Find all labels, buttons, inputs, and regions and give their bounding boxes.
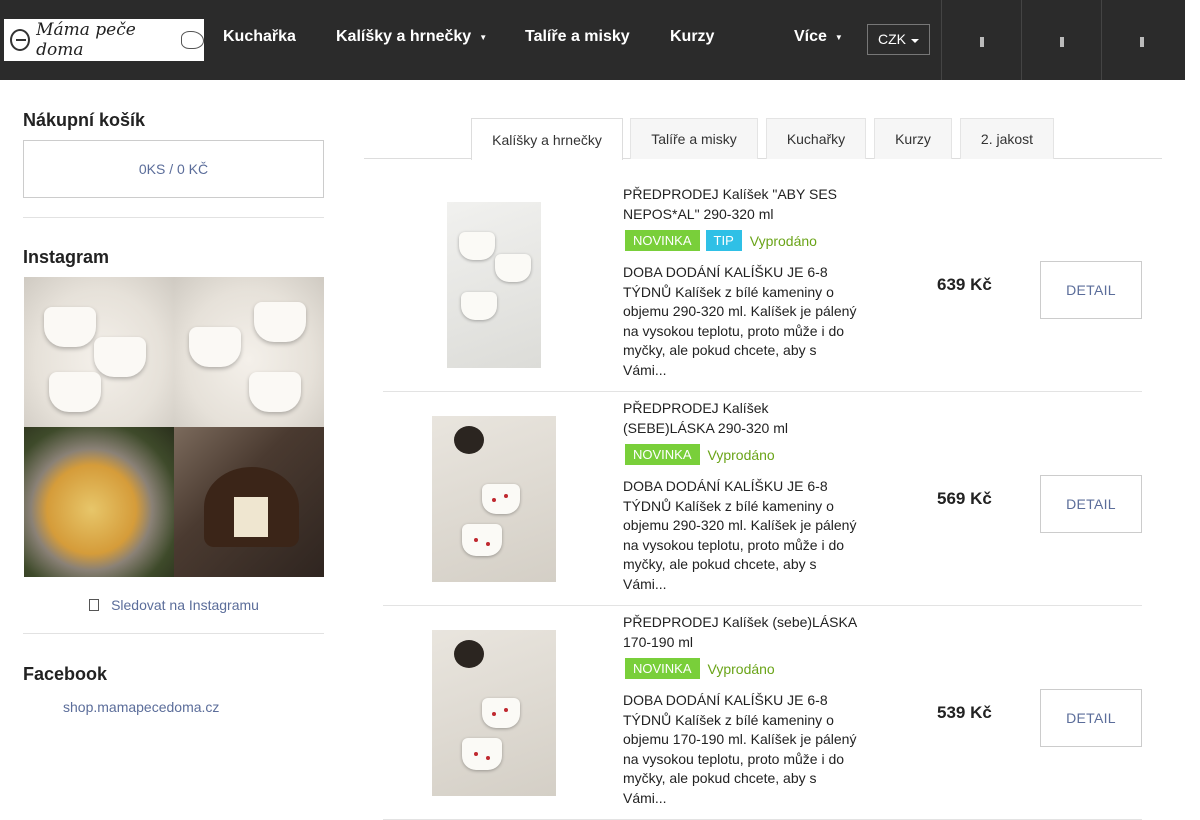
logo-text: Máma peče doma bbox=[36, 20, 136, 60]
top-navbar: Máma peče doma Kuchařka Kalíšky a hrnečk… bbox=[0, 0, 1185, 80]
product-badges: NOVINKA TIP Vyprodáno bbox=[625, 230, 817, 251]
tab-kurzy[interactable]: Kurzy bbox=[874, 118, 952, 159]
instagram-photo[interactable] bbox=[24, 277, 174, 427]
badge-tip: TIP bbox=[705, 230, 742, 251]
search-icon bbox=[979, 37, 984, 47]
chevron-down-icon: ▼ bbox=[834, 33, 843, 42]
tab-2-jakost[interactable]: 2. jakost bbox=[960, 118, 1054, 159]
product-row: PŘEDPRODEJ Kalíšek (SEBE)LÁSKA 290-320 m… bbox=[383, 392, 1142, 606]
nav-kurzy[interactable]: Kurzy bbox=[670, 28, 714, 46]
instagram-title: Instagram bbox=[23, 247, 110, 267]
product-row: PŘEDPRODEJ Kalíšek (sebe)LÁSKA 170-190 m… bbox=[383, 606, 1142, 820]
nav-talire-a-misky[interactable]: Talíře a misky bbox=[525, 28, 630, 46]
instagram-photo[interactable] bbox=[174, 277, 324, 427]
logo-hands-icon bbox=[180, 31, 204, 49]
instagram-photo[interactable] bbox=[174, 427, 324, 577]
product-price: 569 Kč bbox=[937, 489, 992, 508]
cart-button[interactable] bbox=[1101, 0, 1181, 80]
instagram-feed bbox=[24, 277, 324, 577]
nav-kalisky-a-hrnecky[interactable]: Kalíšky a hrnečky ▼ bbox=[336, 28, 487, 46]
cart-icon bbox=[1139, 37, 1144, 47]
chevron-down-icon: ▼ bbox=[479, 33, 488, 42]
product-name[interactable]: PŘEDPRODEJ Kalíšek (SEBE)LÁSKA 290-320 m… bbox=[623, 398, 863, 438]
product-row: PŘEDPRODEJ Kalíšek "ABY SES NEPOS*AL" 29… bbox=[383, 178, 1142, 392]
dropdown-caret-icon bbox=[911, 39, 919, 43]
product-price: 639 Kč bbox=[937, 275, 992, 294]
product-image[interactable] bbox=[432, 630, 556, 796]
product-description: DOBA DODÁNÍ KALÍŠKU JE 6-8 TÝDNŮ Kalíšek… bbox=[623, 692, 857, 806]
search-button[interactable] bbox=[941, 0, 1021, 80]
facebook-title: Facebook bbox=[23, 664, 108, 684]
nav-vice[interactable]: Více ▼ bbox=[794, 28, 843, 46]
currency-select[interactable]: CZK bbox=[867, 24, 930, 55]
category-tabs: Kalíšky a hrnečky Talíře a misky Kuchařk… bbox=[364, 118, 1162, 160]
product-price: 539 Kč bbox=[937, 703, 992, 722]
tab-kucharky[interactable]: Kuchařky bbox=[766, 118, 866, 159]
site-logo[interactable]: Máma peče doma bbox=[4, 19, 204, 61]
facebook-page-link[interactable]: shop.mamapecedoma.cz bbox=[63, 699, 219, 715]
cart-summary[interactable]: 0KS / 0 KČ bbox=[23, 140, 324, 198]
logo-whisk-icon bbox=[10, 29, 31, 51]
tab-kalisky-a-hrnecky[interactable]: Kalíšky a hrnečky bbox=[471, 118, 623, 160]
instagram-photo[interactable] bbox=[24, 427, 174, 577]
product-name[interactable]: PŘEDPRODEJ Kalíšek (sebe)LÁSKA 170-190 m… bbox=[623, 612, 863, 652]
detail-button[interactable]: DETAIL bbox=[1040, 475, 1142, 533]
account-button[interactable] bbox=[1021, 0, 1101, 80]
availability-status: Vyprodáno bbox=[707, 660, 775, 677]
divider bbox=[23, 217, 324, 218]
product-badges: NOVINKA Vyprodáno bbox=[625, 444, 775, 465]
product-name[interactable]: PŘEDPRODEJ Kalíšek "ABY SES NEPOS*AL" 29… bbox=[623, 184, 863, 224]
instagram-icon bbox=[89, 599, 100, 611]
tab-talire-a-misky[interactable]: Talíře a misky bbox=[630, 118, 758, 159]
availability-status: Vyprodáno bbox=[707, 446, 775, 463]
badge-new: NOVINKA bbox=[625, 230, 700, 251]
follow-instagram-link[interactable]: Sledovat na Instagramu bbox=[24, 597, 324, 613]
badge-new: NOVINKA bbox=[625, 658, 700, 679]
user-icon bbox=[1059, 37, 1064, 47]
product-description: DOBA DODÁNÍ KALÍŠKU JE 6-8 TÝDNŮ Kalíšek… bbox=[623, 264, 857, 378]
cart-title: Nákupní košík bbox=[23, 110, 146, 130]
product-image[interactable] bbox=[432, 416, 556, 582]
badge-new: NOVINKA bbox=[625, 444, 700, 465]
divider bbox=[23, 633, 324, 634]
detail-button[interactable]: DETAIL bbox=[1040, 261, 1142, 319]
product-badges: NOVINKA Vyprodáno bbox=[625, 658, 775, 679]
detail-button[interactable]: DETAIL bbox=[1040, 689, 1142, 747]
product-image[interactable] bbox=[447, 202, 541, 368]
product-description: DOBA DODÁNÍ KALÍŠKU JE 6-8 TÝDNŮ Kalíšek… bbox=[623, 478, 857, 592]
availability-status: Vyprodáno bbox=[749, 232, 817, 249]
nav-kucharka[interactable]: Kuchařka bbox=[223, 28, 296, 46]
